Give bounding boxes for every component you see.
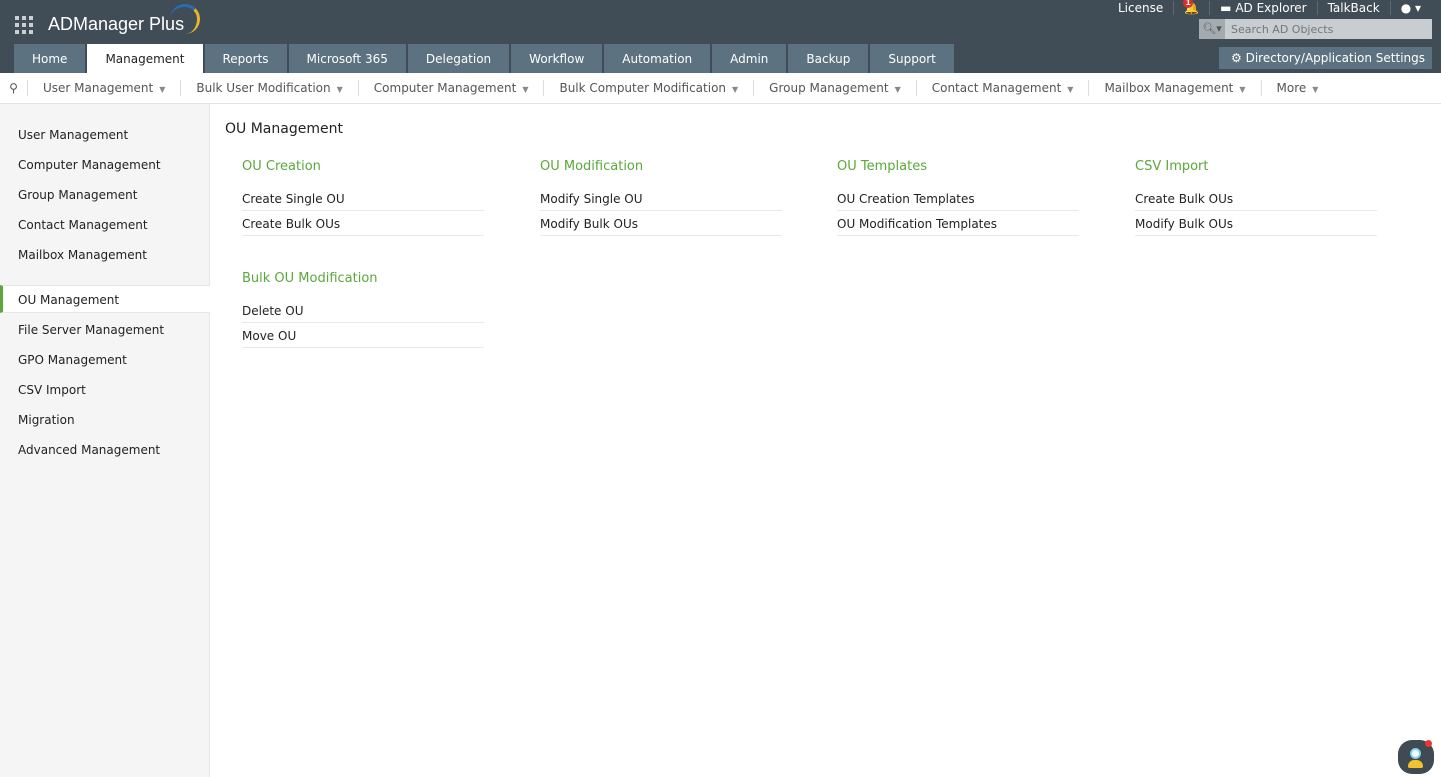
sidebar-item-contact-management[interactable]: Contact Management — [0, 211, 210, 239]
label: Mailbox Management — [1104, 81, 1234, 95]
subnav-user-management[interactable]: User Management ▼ — [28, 80, 182, 96]
subnav-bulk-user-modification[interactable]: Bulk User Modification ▼ — [181, 80, 359, 96]
tab-admin[interactable]: Admin — [712, 44, 787, 73]
tab-management[interactable]: Management — [87, 44, 203, 73]
main-tabs: Home Management Reports Microsoft 365 De… — [14, 44, 954, 73]
section-title: CSV Import — [1135, 159, 1209, 174]
search-input[interactable] — [1225, 19, 1425, 39]
subnav-contact-management[interactable]: Contact Management ▼ — [917, 80, 1090, 96]
sidebar-item-file-server-management[interactable]: File Server Management — [0, 316, 210, 344]
subnav-computer-management[interactable]: Computer Management ▼ — [359, 80, 545, 96]
link-modify-bulk-ous[interactable]: Modify Bulk OUs — [540, 214, 782, 236]
section-ou-templates: OU Templates OU Creation Templates OU Mo… — [837, 159, 1079, 239]
label: More — [1276, 81, 1307, 95]
label: Computer Management — [373, 81, 517, 95]
chevron-down-icon: ▼ — [159, 85, 166, 94]
label: Contact Management — [931, 81, 1062, 95]
settings-label: Directory/Application Settings — [1245, 51, 1426, 65]
user-avatar-icon[interactable]: ● ▾ — [1391, 1, 1431, 15]
bell-icon[interactable]: 🔔 1 — [1174, 0, 1211, 15]
label: User Management — [43, 81, 154, 95]
section-title: Bulk OU Modification — [242, 271, 378, 286]
section-csv-import: CSV Import Create Bulk OUs Modify Bulk O… — [1135, 159, 1377, 239]
app-grid-icon[interactable] — [15, 16, 33, 34]
link-modify-single-ou[interactable]: Modify Single OU — [540, 189, 782, 211]
sub-navigation: ⚲ User Management ▼ Bulk User Modificatio… — [0, 73, 1441, 104]
sidebar-item-advanced-management[interactable]: Advanced Management — [0, 436, 210, 464]
sidebar-item-group-management[interactable]: Group Management — [0, 181, 210, 209]
chevron-down-icon: ▼ — [1239, 85, 1246, 94]
subnav-bulk-computer-modification[interactable]: Bulk Computer Modification ▼ — [544, 80, 755, 96]
link-csv-modify-bulk-ous[interactable]: Modify Bulk OUs — [1135, 214, 1377, 236]
subnav-group-management[interactable]: Group Management ▼ — [754, 80, 917, 96]
folder-icon: ▬ — [1220, 1, 1236, 15]
sidebar-item-mailbox-management[interactable]: Mailbox Management — [0, 241, 210, 269]
link-ou-modification-templates[interactable]: OU Modification Templates — [837, 214, 1079, 236]
sidebar-item-csv-import[interactable]: CSV Import — [0, 376, 210, 404]
link-move-ou[interactable]: Move OU — [242, 326, 484, 348]
chat-assistant-icon[interactable] — [1398, 740, 1434, 774]
top-header: ADManager Plus Home Management Reports M… — [0, 0, 1441, 73]
subnav-mailbox-management[interactable]: Mailbox Management ▼ — [1089, 80, 1262, 96]
tab-automation[interactable]: Automation — [604, 44, 711, 73]
page-title: OU Management — [225, 121, 343, 137]
logo-arc-icon — [170, 4, 200, 34]
link-csv-create-bulk-ous[interactable]: Create Bulk OUs — [1135, 189, 1377, 211]
section-ou-creation: OU Creation Create Single OU Create Bulk… — [242, 159, 484, 239]
label: Group Management — [769, 81, 889, 95]
search-icon[interactable]: 🔍︎▾ — [1199, 19, 1225, 39]
tab-home[interactable]: Home — [14, 44, 86, 73]
chevron-down-icon: ▼ — [894, 85, 901, 94]
tab-workflow[interactable]: Workflow — [511, 44, 603, 73]
license-link[interactable]: License — [1108, 1, 1175, 15]
chevron-down-icon: ▼ — [522, 85, 529, 94]
section-title: OU Modification — [540, 159, 644, 174]
tab-delegation[interactable]: Delegation — [407, 44, 510, 73]
chevron-down-icon: ▼ — [732, 85, 739, 94]
link-ou-creation-templates[interactable]: OU Creation Templates — [837, 189, 1079, 211]
sidebar-item-computer-management[interactable]: Computer Management — [0, 151, 210, 179]
section-title: OU Templates — [837, 159, 927, 174]
sidebar: User Management Computer Management Grou… — [0, 104, 210, 777]
talkback-link[interactable]: TalkBack — [1318, 1, 1391, 15]
sidebar-item-ou-management[interactable]: OU Management — [0, 285, 210, 313]
tab-reports[interactable]: Reports — [204, 44, 287, 73]
sidebar-item-migration[interactable]: Migration — [0, 406, 210, 434]
section-bulk-ou-modification: Bulk OU Modification Delete OU Move OU — [242, 271, 484, 351]
label: Bulk User Modification — [196, 81, 331, 95]
tab-support[interactable]: Support — [870, 44, 954, 73]
ad-explorer-link[interactable]: ▬ AD Explorer — [1210, 1, 1318, 15]
ad-explorer-label: AD Explorer — [1235, 1, 1307, 15]
sidebar-item-user-management[interactable]: User Management — [0, 121, 210, 149]
notification-badge: 1 — [1183, 0, 1194, 8]
chevron-down-icon: ▼ — [1067, 85, 1074, 94]
label: Bulk Computer Modification — [559, 81, 727, 95]
search-ad-objects: 🔍︎▾ — [1199, 19, 1432, 39]
subnav-search-icon[interactable]: ⚲ — [0, 80, 28, 96]
tab-microsoft-365[interactable]: Microsoft 365 — [288, 44, 406, 73]
chevron-down-icon: ▼ — [1312, 85, 1319, 94]
directory-settings-button[interactable]: ⚙ Directory/Application Settings — [1219, 47, 1432, 69]
section-ou-modification: OU Modification Modify Single OU Modify … — [540, 159, 782, 239]
tab-backup[interactable]: Backup — [788, 44, 869, 73]
link-create-bulk-ous[interactable]: Create Bulk OUs — [242, 214, 484, 236]
chevron-down-icon: ▼ — [336, 85, 343, 94]
gear-icon: ⚙ — [1231, 51, 1242, 65]
section-title: OU Creation — [242, 159, 321, 174]
subnav-more[interactable]: More ▼ — [1262, 80, 1334, 96]
link-create-single-ou[interactable]: Create Single OU — [242, 189, 484, 211]
app-logo[interactable]: ADManager Plus — [48, 14, 184, 35]
sidebar-item-gpo-management[interactable]: GPO Management — [0, 346, 210, 374]
link-delete-ou[interactable]: Delete OU — [242, 301, 484, 323]
